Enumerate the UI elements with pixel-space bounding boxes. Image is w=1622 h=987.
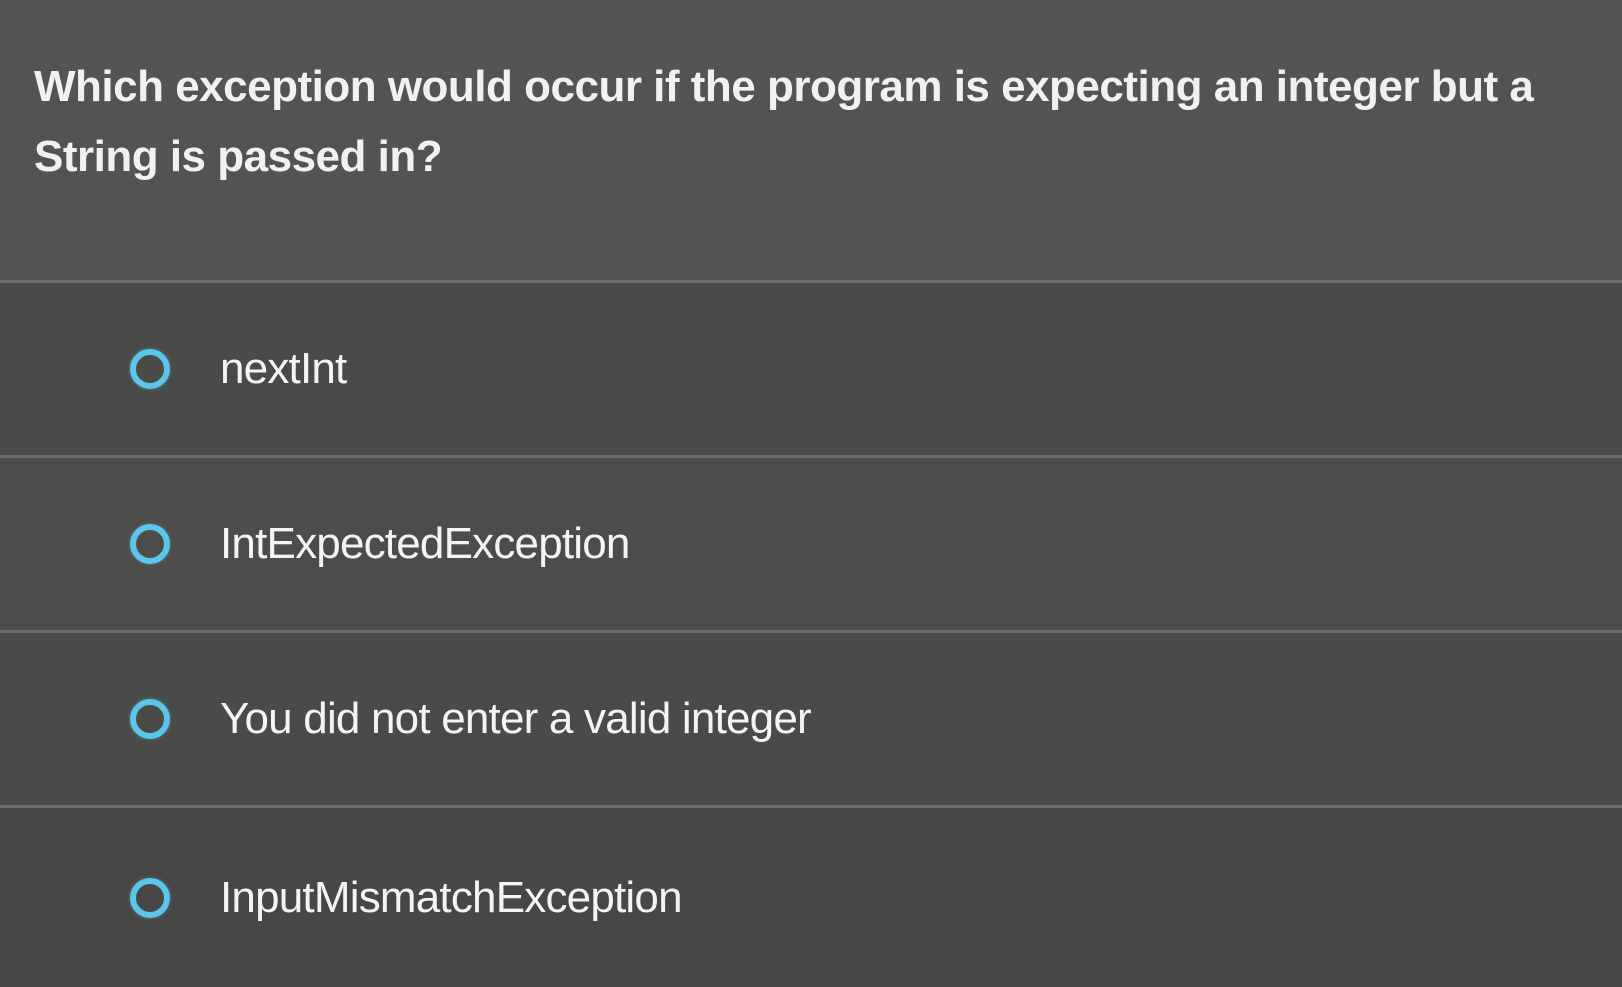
radio-button-icon[interactable] (130, 699, 170, 739)
radio-button-icon[interactable] (130, 524, 170, 564)
answer-option-label: You did not enter a valid integer (220, 694, 812, 743)
quiz-panel: Which exception would occur if the progr… (0, 0, 1622, 987)
answer-option-3[interactable]: You did not enter a valid integer (0, 630, 1622, 805)
question-text: Which exception would occur if the progr… (34, 62, 1534, 181)
answer-option-1[interactable]: nextInt (0, 280, 1622, 455)
answer-options: nextInt IntExpectedException You did not… (0, 280, 1622, 987)
answer-option-label: nextInt (220, 344, 347, 393)
radio-button-icon[interactable] (130, 877, 170, 918)
question-header: Which exception would occur if the progr… (0, 0, 1622, 280)
radio-button-icon[interactable] (130, 349, 170, 389)
answer-option-4[interactable]: InputMismatchException (0, 805, 1622, 987)
answer-option-label: InputMismatchException (220, 872, 683, 922)
answer-option-2[interactable]: IntExpectedException (0, 455, 1622, 630)
answer-option-label: IntExpectedException (220, 519, 630, 568)
